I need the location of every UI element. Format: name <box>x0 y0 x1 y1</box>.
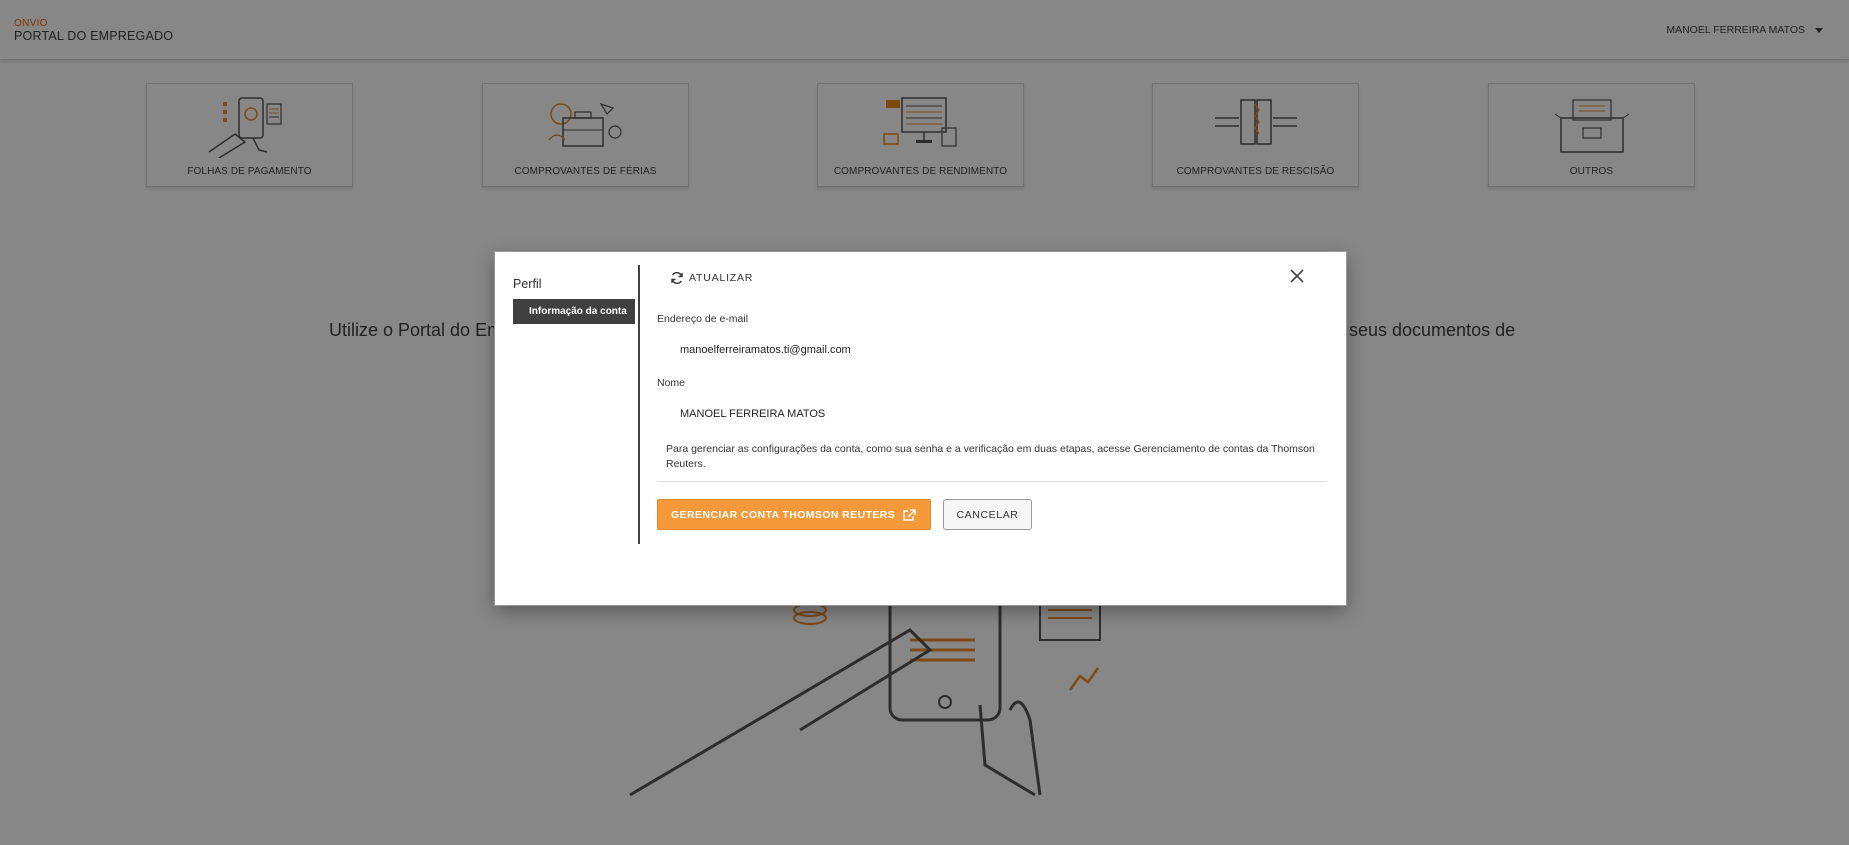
sidebar-item-account-info[interactable]: Informação da conta <box>513 299 635 324</box>
email-label: Endereço de e-mail <box>657 313 749 325</box>
refresh-label: ATUALIZAR <box>689 272 754 284</box>
modal-sidebar-title: Perfil <box>513 277 542 291</box>
account-info-text: Para gerenciar as configurações da conta… <box>666 443 1315 470</box>
close-icon[interactable] <box>1288 267 1306 285</box>
refresh-button[interactable]: ATUALIZAR <box>670 271 753 285</box>
manage-account-button[interactable]: GERENCIAR CONTA THOMSON REUTERS <box>657 499 931 530</box>
external-link-icon <box>903 508 916 521</box>
manage-account-label: GERENCIAR CONTA THOMSON REUTERS <box>671 508 896 521</box>
name-label: Nome <box>657 377 686 389</box>
refresh-icon <box>671 272 683 284</box>
email-value: manoelferreiramatos.ti@gmail.com <box>680 344 851 356</box>
modal-divider <box>638 265 640 544</box>
profile-modal: Perfil Informação da conta ATUALIZAR End… <box>495 252 1346 605</box>
cancel-button[interactable]: CANCELAR <box>943 499 1032 530</box>
separator <box>657 481 1327 482</box>
name-value: MANOEL FERREIRA MATOS <box>680 408 826 420</box>
